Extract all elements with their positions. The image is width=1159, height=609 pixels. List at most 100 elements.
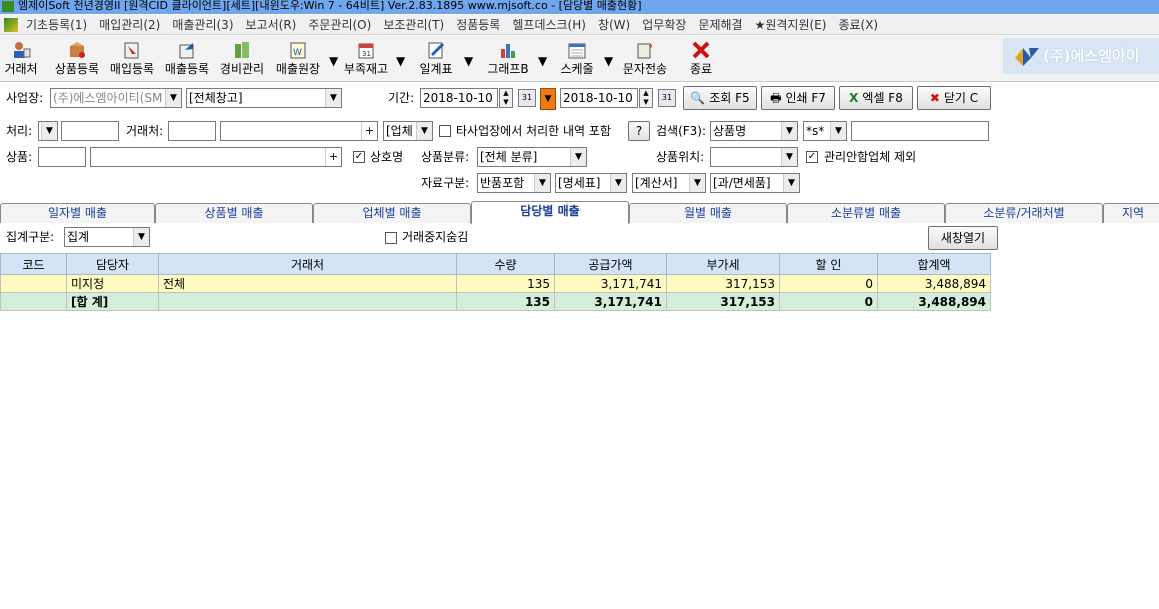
toolbar-button[interactable]: 31 부족재고 — [340, 38, 392, 80]
other-workplace-checkbox[interactable] — [439, 125, 451, 137]
menu-item[interactable]: 기초등록(1) — [26, 15, 93, 35]
chevron-down-icon[interactable]: ▼ — [783, 174, 799, 192]
date-to-spinner[interactable]: ▲ ▼ — [639, 88, 653, 108]
app-menu-icon[interactable] — [4, 18, 18, 32]
client-add-button[interactable]: + — [361, 122, 377, 140]
column-header[interactable]: 수량 — [456, 253, 555, 275]
process-input[interactable] — [61, 121, 119, 141]
menu-item[interactable]: 창(W) — [592, 15, 636, 35]
toolbar-button[interactable]: 매출등록 — [161, 38, 213, 80]
chevron-down-icon[interactable]: ▼ — [781, 148, 797, 166]
product-add-button[interactable]: + — [325, 148, 341, 166]
chevron-down-icon[interactable]: ▼ — [781, 122, 797, 140]
menu-item[interactable]: 종료(X) — [832, 15, 884, 35]
column-header[interactable]: 코드 — [0, 253, 67, 275]
chevron-down-icon[interactable]: ▼ — [41, 122, 57, 140]
menu-item[interactable]: ★원격지원(E) — [749, 15, 833, 35]
menu-item[interactable]: 업무확장 — [636, 15, 692, 35]
chevron-down-icon[interactable]: ▼ — [325, 89, 341, 107]
help-button[interactable]: ? — [628, 121, 650, 141]
location-select[interactable]: ▼ — [710, 147, 798, 167]
column-header[interactable]: 거래처 — [158, 253, 457, 275]
toolbar-button[interactable]: 매입등록 — [106, 38, 158, 80]
biz-type-select[interactable]: [업체 ▼ — [383, 121, 433, 141]
menu-item[interactable]: 헬프데스크(H) — [506, 15, 592, 35]
column-header[interactable]: 부가세 — [666, 253, 780, 275]
column-header[interactable]: 공급가액 — [554, 253, 667, 275]
toolbar-button[interactable]: 일계표 — [412, 38, 460, 80]
product-code-input[interactable] — [38, 147, 86, 167]
search-field-select[interactable]: 상품명 ▼ — [710, 121, 798, 141]
chevron-down-icon[interactable]: ▼ — [689, 174, 705, 192]
menu-item[interactable]: 매입관리(2) — [93, 15, 166, 35]
tab[interactable]: 담당별 매출 — [471, 201, 629, 224]
column-header[interactable]: 합계액 — [877, 253, 991, 275]
new-window-button[interactable]: 새창열기 — [928, 226, 998, 250]
invoice-select[interactable]: [계산서] ▼ — [632, 173, 706, 193]
tab[interactable]: 지역 — [1103, 203, 1159, 223]
chevron-down-icon[interactable]: ▼ — [538, 54, 547, 68]
date-link-toggle[interactable]: ▼ — [540, 88, 556, 110]
product-name-checkbox[interactable]: ✓ — [353, 151, 365, 163]
process-select[interactable]: ▼ — [38, 121, 58, 141]
search-button[interactable]: 🔍 조회 F5 — [683, 86, 757, 110]
toolbar-button[interactable]: 경비관리 — [216, 38, 268, 80]
chevron-down-icon[interactable]: ▼ — [534, 174, 550, 192]
tab[interactable]: 소분류/거래처별 — [945, 203, 1103, 223]
group-select[interactable]: 집계 ▼ — [64, 227, 150, 247]
toolbar-button[interactable]: 문자전송 — [619, 38, 671, 80]
client-name-input[interactable]: + — [220, 121, 378, 141]
chevron-down-icon[interactable]: ▼ — [604, 54, 613, 68]
workplace-select[interactable]: (주)에스엠아이티(SM ▼ — [50, 88, 182, 108]
tab[interactable]: 업체별 매출 — [313, 203, 471, 223]
column-header[interactable]: 담당자 — [66, 253, 159, 275]
toolbar-button[interactable]: 종료 — [684, 38, 718, 80]
menu-item[interactable]: 문제해결 — [692, 15, 748, 35]
chevron-down-icon[interactable]: ▼ — [133, 228, 149, 246]
menu-item[interactable]: 정품등록 — [450, 15, 506, 35]
column-header[interactable]: 할 인 — [779, 253, 878, 275]
product-name-input[interactable]: + — [90, 147, 342, 167]
chevron-down-icon[interactable]: ▼ — [329, 54, 338, 68]
chevron-down-icon[interactable]: ▼ — [416, 122, 432, 140]
search-keyword-input[interactable] — [851, 121, 989, 141]
chevron-down-icon[interactable]: ▼ — [610, 174, 626, 192]
calendar-icon[interactable]: 31 — [518, 89, 536, 107]
toolbar-button[interactable]: 스케줄 — [554, 38, 600, 80]
category-select[interactable]: [전체 분류] ▼ — [477, 147, 587, 167]
tab[interactable]: 일자별 매출 — [0, 203, 155, 223]
print-button[interactable]: 🖶 인쇄 F7 — [761, 86, 835, 110]
tab[interactable]: 상품별 매출 — [155, 203, 313, 223]
tab[interactable]: 월별 매출 — [629, 203, 787, 223]
toolbar-button[interactable]: 거래처 — [2, 38, 40, 80]
toolbar-button[interactable]: W 매출원장 — [271, 38, 325, 80]
toolbar-button[interactable]: 상품등록 — [50, 38, 104, 80]
date-from-input[interactable]: 2018-10-10 — [420, 88, 498, 108]
chevron-down-icon[interactable]: ▼ — [570, 148, 586, 166]
tab[interactable]: 소분류별 매출 — [787, 203, 945, 223]
tax-select[interactable]: [과/면세품] ▼ — [710, 173, 800, 193]
warehouse-select[interactable]: [전체창고] ▼ — [186, 88, 342, 108]
return-select[interactable]: 반품포함 ▼ — [477, 173, 551, 193]
chevron-down-icon[interactable]: ▼ — [396, 54, 405, 68]
chevron-down-icon[interactable]: ▼ — [165, 89, 181, 107]
menu-item[interactable]: 보고서(R) — [240, 15, 303, 35]
search-mode-select[interactable]: *s* ▼ — [803, 121, 847, 141]
chevron-down-icon[interactable]: ▼ — [464, 54, 473, 68]
statement-select[interactable]: [명세표] ▼ — [555, 173, 627, 193]
chevron-down-icon[interactable]: ▼ — [830, 122, 846, 140]
exclude-unmanaged-checkbox[interactable]: ✓ — [806, 151, 818, 163]
menu-item[interactable]: 주문관리(O) — [302, 15, 377, 35]
client-code-input[interactable] — [168, 121, 216, 141]
toolbar-button[interactable]: 그래프B — [482, 38, 534, 80]
menu-item[interactable]: 보조관리(T) — [377, 15, 450, 35]
table-total-row[interactable]: [합 계] 135 3,171,741 317,153 0 3,488,894 — [0, 292, 991, 311]
date-from-spinner[interactable]: ▲ ▼ — [499, 88, 513, 108]
menu-item[interactable]: 매출관리(3) — [166, 15, 239, 35]
close-button[interactable]: ✖ 닫기 C — [917, 86, 991, 110]
excel-button[interactable]: X 엑셀 F8 — [839, 86, 913, 110]
date-to-input[interactable]: 2018-10-10 — [560, 88, 638, 108]
hide-suspended-checkbox[interactable] — [385, 232, 397, 244]
calendar-icon[interactable]: 31 — [658, 89, 676, 107]
table-row[interactable]: 미지정 전체 135 3,171,741 317,153 0 3,488,894 — [0, 274, 991, 293]
